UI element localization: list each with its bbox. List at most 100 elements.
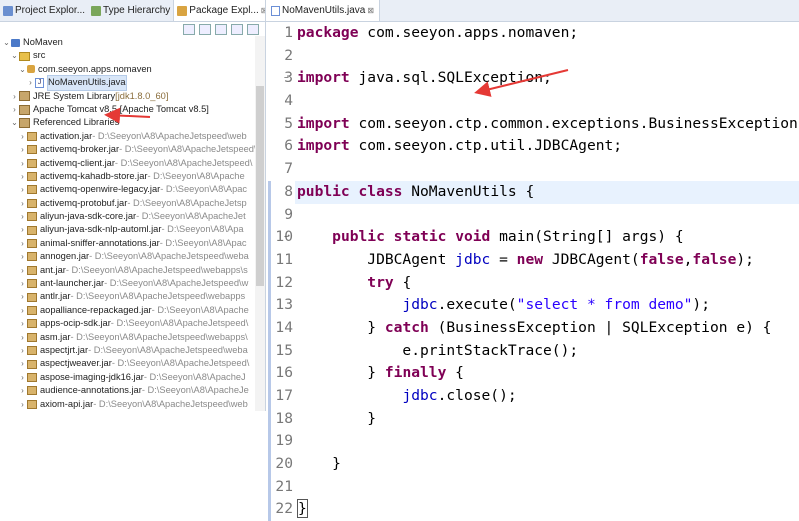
collapse-icon[interactable]: › — [18, 331, 27, 344]
collapse-icon[interactable]: › — [18, 157, 27, 170]
tree-item[interactable]: ›aliyun-java-sdk-core.jar - D:\Seeyon\A8… — [0, 210, 265, 223]
tree-item[interactable]: ›activemq-client.jar - D:\Seeyon\A8\Apac… — [0, 157, 265, 170]
tab-type-hierarchy[interactable]: Type Hierarchy — [88, 0, 173, 21]
code-line[interactable]: 20 } — [266, 453, 799, 476]
close-icon[interactable]: ⊠ — [367, 6, 374, 15]
tab-project-explorer[interactable]: Project Explor... — [0, 0, 88, 21]
tree-item-path: - D:\Seeyon\A8\ApacheJet — [136, 210, 246, 223]
jar-icon — [27, 159, 37, 168]
code-text: public class NoMavenUtils { — [297, 181, 534, 204]
collapse-icon[interactable]: › — [18, 223, 27, 236]
tree-item[interactable]: ›activemq-broker.jar - D:\Seeyon\A8\Apac… — [0, 143, 265, 156]
editor-tab[interactable]: NoMavenUtils.java ⊠ — [266, 0, 380, 21]
tree-item[interactable]: ›activation.jar - D:\Seeyon\A8\ApacheJet… — [0, 130, 265, 143]
tree-item[interactable]: ›annogen.jar - D:\Seeyon\A8\ApacheJetspe… — [0, 250, 265, 263]
fold-icon[interactable]: − — [284, 67, 289, 90]
code-line[interactable]: 6import com.seeyon.ctp.util.JDBCAgent; — [266, 135, 799, 158]
tree-item[interactable]: ›activemq-protobuf.jar - D:\Seeyon\A8\Ap… — [0, 197, 265, 210]
expand-icon[interactable]: ⌄ — [2, 36, 11, 49]
collapse-icon[interactable]: › — [18, 304, 27, 317]
collapse-icon[interactable]: › — [18, 384, 27, 397]
code-line[interactable]: 21 — [266, 476, 799, 499]
collapse-icon[interactable]: › — [10, 90, 19, 103]
minimize-icon[interactable] — [231, 24, 243, 35]
tree-item[interactable]: ›aspectjweaver.jar - D:\Seeyon\A8\Apache… — [0, 357, 265, 370]
collapse-icon[interactable]: › — [18, 277, 27, 290]
code-line[interactable]: 17 jdbc.close(); — [266, 385, 799, 408]
tree-item[interactable]: ›aspose-imaging-jdk16.jar - D:\Seeyon\A8… — [0, 371, 265, 384]
tree-item[interactable]: ›JNoMavenUtils.java — [0, 76, 265, 89]
tree-item[interactable]: ›axiom-api.jar - D:\Seeyon\A8\ApacheJets… — [0, 398, 265, 411]
fold-icon[interactable]: − — [284, 226, 289, 249]
tree-scrollbar[interactable] — [255, 36, 265, 411]
tree-item[interactable]: ⌄Referenced Libraries — [0, 116, 265, 129]
code-editor[interactable]: 1package com.seeyon.apps.nomaven;23−impo… — [266, 22, 799, 411]
tree-item[interactable]: ›audience-annotations.jar - D:\Seeyon\A8… — [0, 384, 265, 397]
tree-item[interactable]: ⌄NoMaven — [0, 36, 265, 49]
code-line[interactable]: 12 try { — [266, 272, 799, 295]
code-line[interactable]: 4 — [266, 90, 799, 113]
code-line[interactable]: 11 JDBCAgent jdbc = new JDBCAgent(false,… — [266, 249, 799, 272]
collapse-icon[interactable]: › — [26, 76, 35, 89]
expand-icon[interactable]: ⌄ — [10, 116, 19, 129]
tree-item[interactable]: ›aliyun-java-sdk-nlp-automl.jar - D:\See… — [0, 223, 265, 236]
collapse-icon[interactable]: › — [18, 357, 27, 370]
link-with-editor-icon[interactable] — [199, 24, 211, 35]
collapse-icon[interactable]: › — [18, 371, 27, 384]
code-line[interactable]: 15 e.printStackTrace(); — [266, 340, 799, 363]
collapse-all-icon[interactable] — [183, 24, 195, 35]
tree-item[interactable]: ›aopalliance-repackaged.jar - D:\Seeyon\… — [0, 304, 265, 317]
code-line[interactable]: 14 } catch (BusinessException | SQLExcep… — [266, 317, 799, 340]
tab-package-explorer[interactable]: Package Expl... ⊠ — [173, 0, 266, 21]
jar-icon — [27, 266, 37, 275]
tree-item[interactable]: ›Apache Tomcat v8.5 [Apache Tomcat v8.5] — [0, 103, 265, 116]
maximize-icon[interactable] — [247, 24, 259, 35]
code-line[interactable]: 19 — [266, 430, 799, 453]
tree-item[interactable]: ›activemq-openwire-legacy.jar - D:\Seeyo… — [0, 183, 265, 196]
code-line[interactable]: 5import com.seeyon.ctp.common.exceptions… — [266, 113, 799, 136]
collapse-icon[interactable]: › — [18, 317, 27, 330]
code-line[interactable]: 9 — [266, 204, 799, 227]
tree-item[interactable]: ›ant.jar - D:\Seeyon\A8\ApacheJetspeed\w… — [0, 264, 265, 277]
collapse-icon[interactable]: › — [18, 197, 27, 210]
tree-item[interactable]: ›asm.jar - D:\Seeyon\A8\ApacheJetspeed\w… — [0, 331, 265, 344]
code-line[interactable]: 7 — [266, 158, 799, 181]
collapse-icon[interactable]: › — [18, 398, 27, 411]
collapse-icon[interactable]: › — [18, 290, 27, 303]
collapse-icon[interactable]: › — [18, 183, 27, 196]
collapse-icon[interactable]: › — [18, 344, 27, 357]
tree-item[interactable]: ›animal-sniffer-annotations.jar - D:\See… — [0, 237, 265, 250]
jar-icon — [27, 199, 37, 208]
collapse-icon[interactable]: › — [18, 143, 27, 156]
collapse-icon[interactable]: › — [10, 103, 19, 116]
code-line[interactable]: 8public class NoMavenUtils { — [266, 181, 799, 204]
tree-item-label: activation.jar — [40, 130, 92, 143]
collapse-icon[interactable]: › — [18, 130, 27, 143]
scrollbar-thumb[interactable] — [256, 86, 264, 286]
tree-item[interactable]: ⌄com.seeyon.apps.nomaven — [0, 63, 265, 76]
tree-item[interactable]: ›apps-ocip-sdk.jar - D:\Seeyon\A8\Apache… — [0, 317, 265, 330]
expand-icon[interactable]: ⌄ — [18, 63, 27, 76]
code-line[interactable]: 3−import java.sql.SQLException; — [266, 67, 799, 90]
code-line[interactable]: 1package com.seeyon.apps.nomaven; — [266, 22, 799, 45]
code-line[interactable]: 13 jdbc.execute("select * from demo"); — [266, 294, 799, 317]
code-line[interactable]: 22} — [266, 498, 799, 521]
collapse-icon[interactable]: › — [18, 210, 27, 223]
collapse-icon[interactable]: › — [18, 237, 27, 250]
expand-icon[interactable]: ⌄ — [10, 49, 19, 62]
tree-item[interactable]: ›antlr.jar - D:\Seeyon\A8\ApacheJetspeed… — [0, 290, 265, 303]
tree-item[interactable]: ⌄src — [0, 49, 265, 62]
tree-item[interactable]: ›JRE System Library [jdk1.8.0_60] — [0, 90, 265, 103]
tree-item[interactable]: ›aspectjrt.jar - D:\Seeyon\A8\ApacheJets… — [0, 344, 265, 357]
collapse-icon[interactable]: › — [18, 264, 27, 277]
code-line[interactable]: 10− public static void main(String[] arg… — [266, 226, 799, 249]
tree-item[interactable]: ›activemq-kahadb-store.jar - D:\Seeyon\A… — [0, 170, 265, 183]
tree-item[interactable]: ›ant-launcher.jar - D:\Seeyon\A8\ApacheJ… — [0, 277, 265, 290]
code-line[interactable]: 2 — [266, 45, 799, 68]
view-menu-icon[interactable] — [215, 24, 227, 35]
collapse-icon[interactable]: › — [18, 250, 27, 263]
code-line[interactable]: 18 } — [266, 408, 799, 431]
collapse-icon[interactable]: › — [18, 170, 27, 183]
code-line[interactable]: 16 } finally { — [266, 362, 799, 385]
jar-icon — [27, 132, 37, 141]
